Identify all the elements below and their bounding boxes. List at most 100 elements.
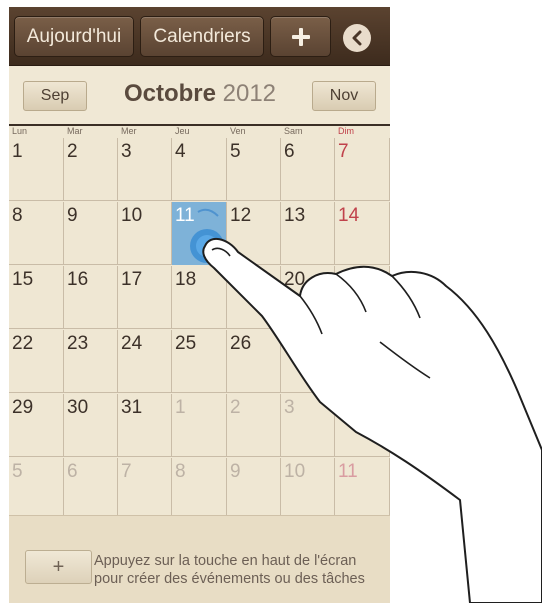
- week-row: 8 9 10 11 12 13 14: [9, 202, 390, 265]
- day-number: 1: [12, 141, 23, 162]
- day-number: 23: [67, 333, 89, 354]
- add-event-button[interactable]: [270, 16, 331, 57]
- bottom-panel: + Appuyez sur la touche en haut de l'écr…: [9, 515, 390, 603]
- today-button[interactable]: Aujourd'hui: [14, 16, 134, 57]
- previous-month-label: Sep: [40, 87, 70, 104]
- week-row: 1 2 3 4 5 6 7: [9, 138, 390, 201]
- day-cell[interactable]: 11: [335, 458, 390, 521]
- weekday-label: Lun: [12, 126, 28, 136]
- day-cell[interactable]: 21: [335, 266, 390, 329]
- day-cell[interactable]: 8: [9, 202, 64, 265]
- day-cell[interactable]: 26: [227, 330, 281, 393]
- week-row: 22 23 24 25 26 27 28: [9, 330, 390, 393]
- day-cell[interactable]: 29: [9, 394, 64, 457]
- day-cell[interactable]: 24: [118, 330, 172, 393]
- quick-add-button[interactable]: +: [25, 550, 92, 584]
- day-number: 11: [175, 205, 195, 226]
- day-number: 3: [121, 141, 132, 162]
- weekday-label: Ven: [230, 126, 246, 136]
- day-cell[interactable]: 18: [172, 266, 227, 329]
- day-cell[interactable]: 10: [281, 458, 335, 521]
- day-number: 5: [230, 141, 241, 162]
- day-cell[interactable]: 23: [64, 330, 118, 393]
- quick-add-label: +: [52, 555, 65, 578]
- day-number: 8: [12, 205, 23, 226]
- day-cell[interactable]: 13: [281, 202, 335, 265]
- day-number: 22: [12, 333, 34, 354]
- day-cell[interactable]: 2: [227, 394, 281, 457]
- day-number: 25: [175, 333, 197, 354]
- day-cell[interactable]: 3: [281, 394, 335, 457]
- month-title: Octobre 2012: [89, 80, 311, 108]
- day-cell[interactable]: 5: [227, 138, 281, 201]
- day-cell[interactable]: 22: [9, 330, 64, 393]
- day-cell[interactable]: 1: [172, 394, 227, 457]
- day-number: 1: [175, 397, 186, 418]
- day-number: 16: [67, 269, 89, 290]
- month-name: Octobre: [123, 80, 216, 107]
- day-cell[interactable]: 2: [64, 138, 118, 201]
- plus-icon: [291, 27, 310, 46]
- day-number: 3: [284, 397, 295, 418]
- day-number: 28: [338, 333, 360, 354]
- day-cell[interactable]: 6: [64, 458, 118, 521]
- day-cell-selected[interactable]: 11: [172, 202, 227, 265]
- day-cell[interactable]: 4: [335, 394, 390, 457]
- day-number: 6: [284, 141, 295, 162]
- chevron-left-icon[interactable]: [343, 24, 371, 52]
- day-cell[interactable]: 25: [172, 330, 227, 393]
- day-cell[interactable]: 4: [172, 138, 227, 201]
- day-number: 4: [338, 397, 349, 418]
- day-number: 20: [284, 269, 306, 290]
- week-row: 29 30 31 1 2 3 4: [9, 394, 390, 457]
- day-number: 30: [67, 397, 89, 418]
- day-cell[interactable]: 14: [335, 202, 390, 265]
- day-number: 15: [12, 269, 34, 290]
- day-cell[interactable]: 27: [281, 330, 335, 393]
- week-row: 15 16 17 18 19 20 21: [9, 266, 390, 329]
- weekday-label: Mer: [121, 126, 137, 136]
- day-cell[interactable]: 15: [9, 266, 64, 329]
- next-month-label: Nov: [329, 87, 359, 104]
- day-cell[interactable]: 12: [227, 202, 281, 265]
- day-number: 9: [230, 461, 241, 482]
- day-cell[interactable]: 9: [64, 202, 118, 265]
- today-button-label: Aujourd'hui: [26, 25, 122, 47]
- day-cell[interactable]: 16: [64, 266, 118, 329]
- day-cell[interactable]: 7: [335, 138, 390, 201]
- weekday-label: Mar: [67, 126, 83, 136]
- day-cell[interactable]: 20: [281, 266, 335, 329]
- next-month-button[interactable]: Nov: [312, 81, 376, 111]
- day-number: 19: [230, 269, 252, 290]
- day-number: 24: [121, 333, 143, 354]
- day-number: 6: [67, 461, 78, 482]
- day-cell[interactable]: 28: [335, 330, 390, 393]
- day-cell[interactable]: 17: [118, 266, 172, 329]
- hint-line-1: Appuyez sur la touche en haut de l'écran: [94, 553, 357, 569]
- day-cell[interactable]: 31: [118, 394, 172, 457]
- day-cell[interactable]: 6: [281, 138, 335, 201]
- day-cell[interactable]: 30: [64, 394, 118, 457]
- day-cell[interactable]: 3: [118, 138, 172, 201]
- day-number: 10: [121, 205, 143, 226]
- day-cell[interactable]: 8: [172, 458, 227, 521]
- hint-text: Appuyez sur la touche en haut de l'écran…: [94, 552, 386, 588]
- day-cell[interactable]: 7: [118, 458, 172, 521]
- day-number: 2: [67, 141, 78, 162]
- day-cell[interactable]: 19: [227, 266, 281, 329]
- day-cell[interactable]: 5: [9, 458, 64, 521]
- hint-line-2: pour créer des événements ou des tâches: [94, 571, 365, 587]
- day-number: 7: [338, 141, 349, 162]
- day-cell[interactable]: 9: [227, 458, 281, 521]
- previous-month-button[interactable]: Sep: [23, 81, 87, 111]
- day-number: 2: [230, 397, 241, 418]
- calendars-button[interactable]: Calendriers: [140, 16, 264, 57]
- day-number: 4: [175, 141, 186, 162]
- day-number: 14: [338, 205, 360, 226]
- day-cell[interactable]: 1: [9, 138, 64, 201]
- day-cell[interactable]: 10: [118, 202, 172, 265]
- year-label: 2012: [222, 80, 277, 107]
- day-number: 12: [230, 205, 252, 226]
- action-bar: Aujourd'hui Calendriers: [9, 7, 390, 66]
- day-number: 17: [121, 269, 143, 290]
